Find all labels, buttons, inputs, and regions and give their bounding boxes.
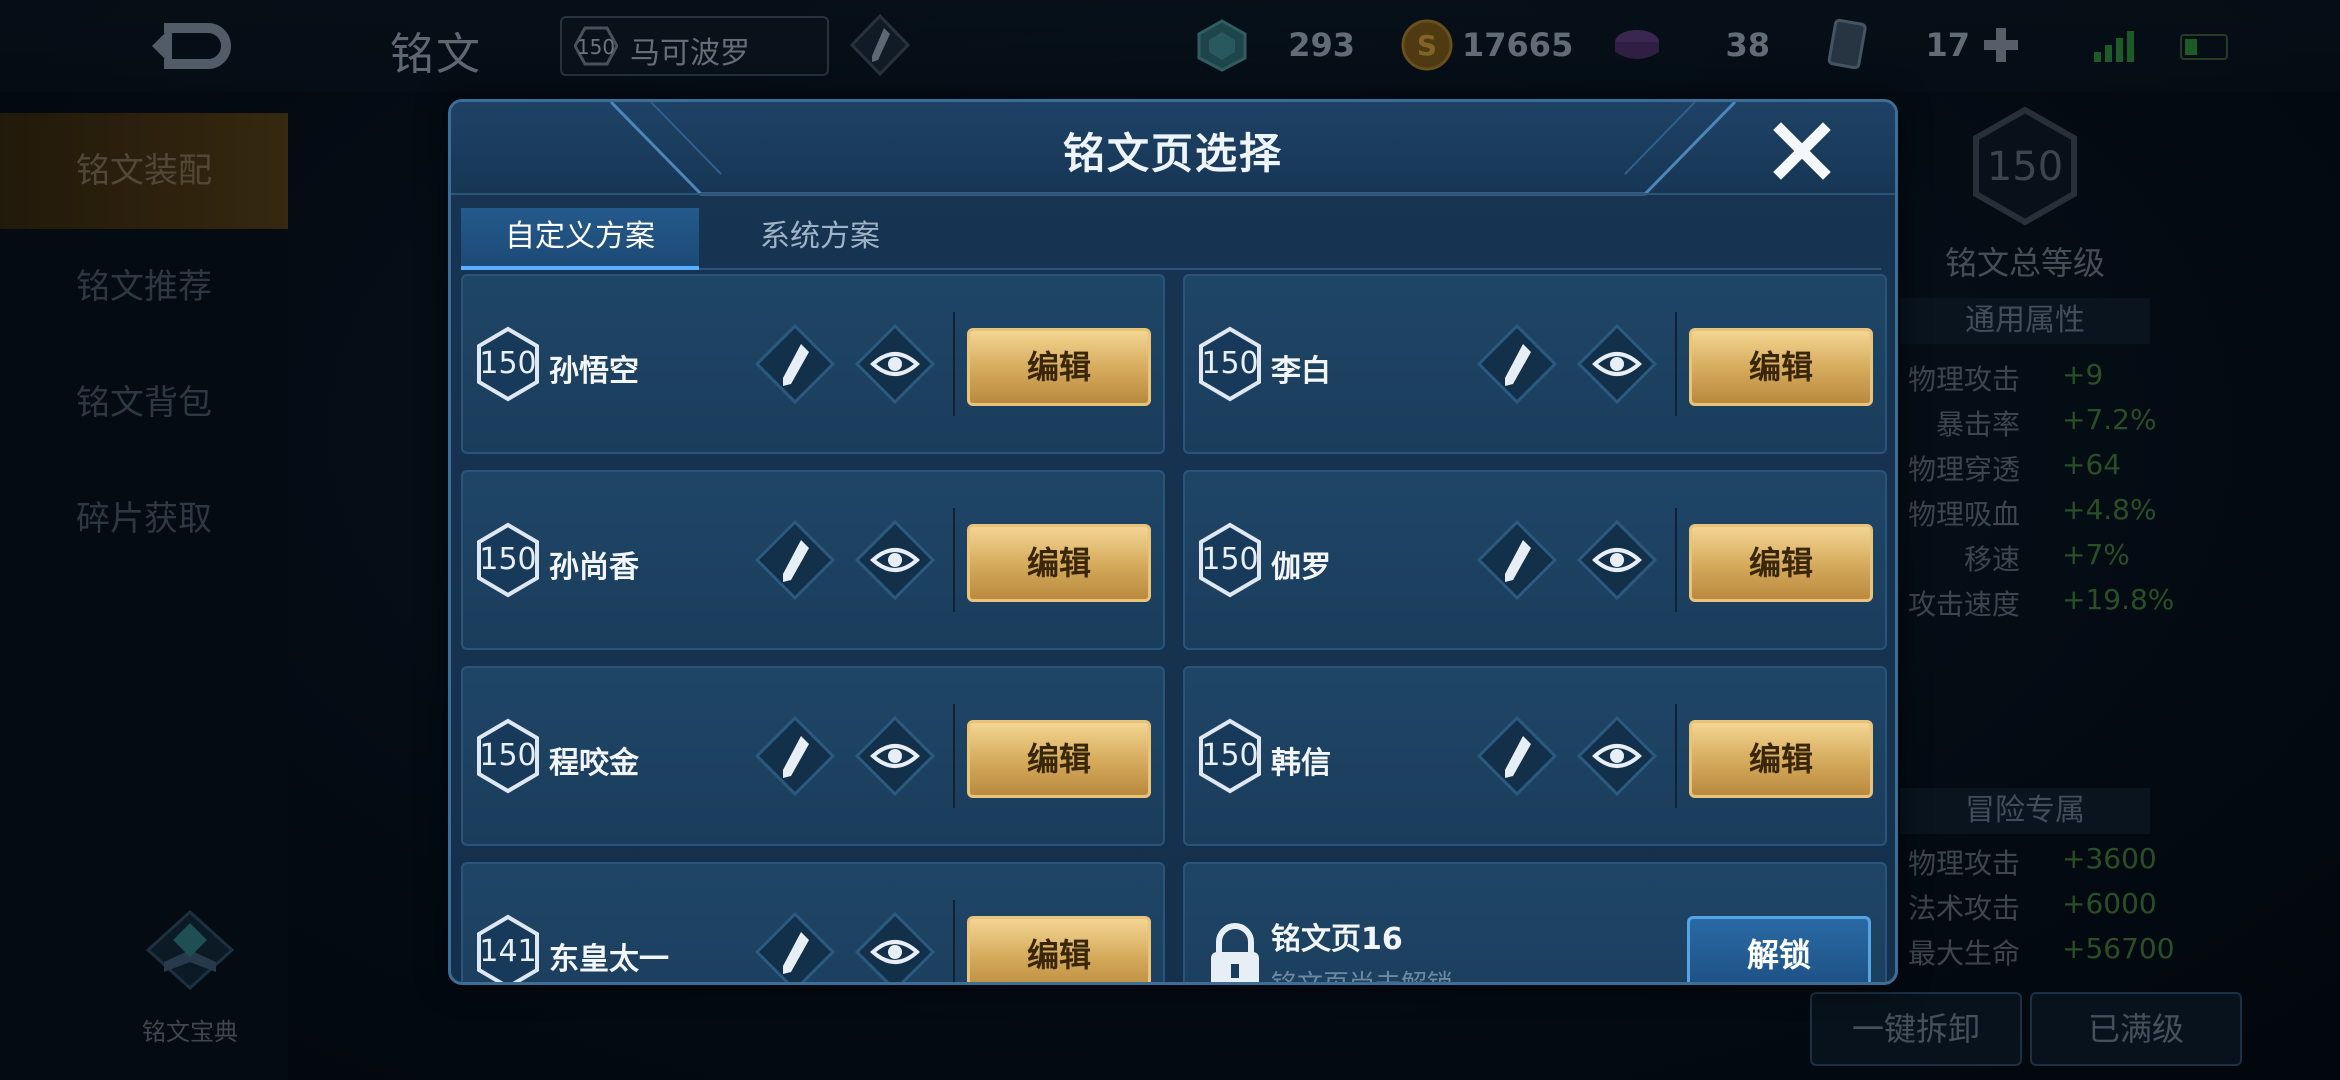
page-level-badge: 150 (475, 326, 541, 402)
locked-page-card: 铭文页16 铭文页尚未解锁 解锁 (1183, 862, 1887, 985)
tab-custom[interactable]: 自定义方案 (461, 208, 699, 270)
edit-button[interactable]: 编辑 (967, 328, 1151, 406)
page-hero-name: 孙悟空 (549, 354, 639, 389)
rename-pen-icon[interactable] (1475, 714, 1559, 798)
page-level-badge: 150 (1197, 522, 1263, 598)
tab-system[interactable]: 系统方案 (701, 208, 939, 266)
rename-pen-icon[interactable] (1475, 322, 1559, 406)
page-hero-name: 东皇太一 (549, 942, 669, 977)
unlock-button[interactable]: 解锁 (1687, 916, 1871, 982)
page-hero-name: 李白 (1271, 354, 1331, 389)
inscription-page-card[interactable]: 150 孙尚香 编辑 (461, 470, 1165, 650)
divider (1675, 704, 1677, 808)
lock-icon (1211, 923, 1259, 982)
inscription-page-card[interactable]: 150 韩信 编辑 (1183, 666, 1887, 846)
inscription-page-dialog: 铭文页选择 自定义方案 系统方案 150 孙悟空 编辑 150 李白 编辑 150 孙尚香 编辑… (448, 99, 1898, 985)
edit-button[interactable]: 编辑 (1689, 720, 1873, 798)
preview-eye-icon[interactable] (1575, 518, 1659, 602)
page-level-badge: 141 (475, 914, 541, 982)
rename-pen-icon[interactable] (753, 910, 837, 982)
preview-eye-icon[interactable] (853, 714, 937, 798)
rename-pen-icon[interactable] (1475, 518, 1559, 602)
inscription-page-card[interactable]: 150 孙悟空 编辑 (461, 274, 1165, 454)
close-icon[interactable] (1771, 120, 1833, 182)
inscription-page-card[interactable]: 150 李白 编辑 (1183, 274, 1887, 454)
rename-pen-icon[interactable] (753, 518, 837, 602)
locked-page-title: 铭文页16 (1271, 922, 1403, 957)
preview-eye-icon[interactable] (1575, 322, 1659, 406)
locked-page-subtitle: 铭文页尚未解锁 (1271, 970, 1454, 985)
inscription-page-card[interactable]: 150 伽罗 编辑 (1183, 470, 1887, 650)
rename-pen-icon[interactable] (753, 322, 837, 406)
inscription-page-card[interactable]: 141 东皇太一 编辑 (461, 862, 1165, 982)
divider (953, 312, 955, 416)
edit-button[interactable]: 编辑 (1689, 328, 1873, 406)
edit-button[interactable]: 编辑 (1689, 524, 1873, 602)
dialog-title: 铭文页选择 (1062, 129, 1283, 178)
page-hero-name: 伽罗 (1271, 550, 1331, 585)
divider (1675, 312, 1677, 416)
page-hero-name: 孙尚香 (549, 550, 639, 585)
divider (953, 900, 955, 982)
page-level-badge: 150 (1197, 326, 1263, 402)
preview-eye-icon[interactable] (1575, 714, 1659, 798)
divider (1675, 508, 1677, 612)
preview-eye-icon[interactable] (853, 910, 937, 982)
edit-button[interactable]: 编辑 (967, 524, 1151, 602)
divider (953, 508, 955, 612)
page-level-badge: 150 (475, 522, 541, 598)
page-level-badge: 150 (475, 718, 541, 794)
inscription-page-card[interactable]: 150 程咬金 编辑 (461, 666, 1165, 846)
divider (953, 704, 955, 808)
inscription-page-grid: 150 孙悟空 编辑 150 李白 编辑 150 孙尚香 编辑 150 伽罗 编辑 150 程咬金 编辑 15… (461, 274, 1887, 985)
edit-button[interactable]: 编辑 (967, 720, 1151, 798)
page-level-badge: 150 (1197, 718, 1263, 794)
preview-eye-icon[interactable] (853, 322, 937, 406)
rename-pen-icon[interactable] (753, 714, 837, 798)
tab-bar: 自定义方案 系统方案 (461, 208, 1881, 270)
page-hero-name: 韩信 (1271, 746, 1331, 781)
preview-eye-icon[interactable] (853, 518, 937, 602)
page-hero-name: 程咬金 (549, 746, 639, 781)
edit-button[interactable]: 编辑 (967, 916, 1151, 982)
